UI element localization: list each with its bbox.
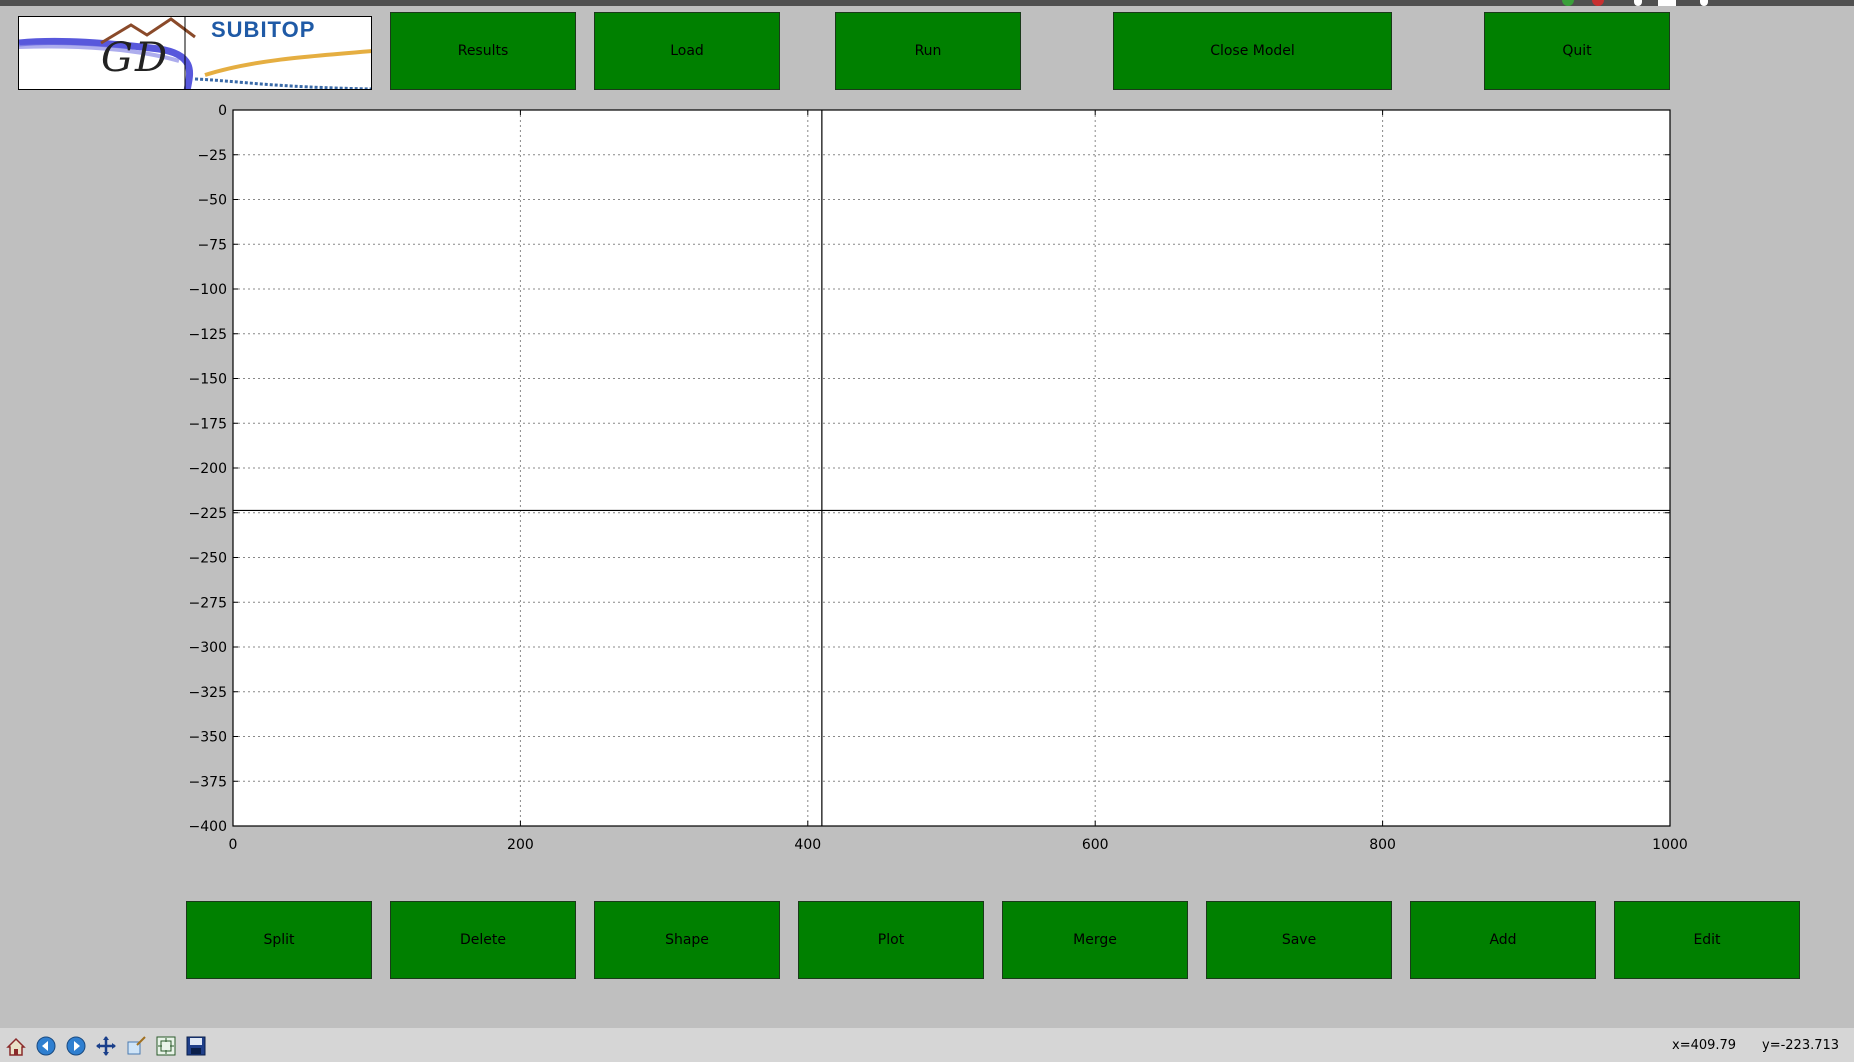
shape-button[interactable]: Shape — [594, 901, 780, 979]
y-tick-label: 0 — [218, 103, 227, 119]
add-button[interactable]: Add — [1410, 901, 1596, 979]
navigation-toolbar — [0, 1028, 1854, 1062]
delete-button[interactable]: Delete — [390, 901, 576, 979]
y-tick-label: −225 — [189, 506, 227, 522]
y-tick-label: −50 — [197, 193, 227, 209]
y-tick-label: −175 — [189, 416, 227, 432]
y-tick-label: −275 — [189, 595, 227, 611]
merge-button[interactable]: Merge — [1002, 901, 1188, 979]
x-coordinate-readout: x=409.79 — [1672, 1038, 1737, 1053]
x-tick-label: 800 — [1369, 837, 1396, 853]
y-tick-label: −125 — [189, 327, 227, 343]
y-tick-label: −25 — [197, 148, 227, 164]
y-tick-label: −75 — [197, 237, 227, 253]
y-tick-label: −200 — [189, 461, 227, 477]
y-tick-label: −150 — [189, 372, 227, 388]
save-button[interactable]: Save — [1206, 901, 1392, 979]
edit-button[interactable]: Edit — [1614, 901, 1800, 979]
split-button[interactable]: Split — [186, 901, 372, 979]
x-tick-label: 400 — [794, 837, 821, 853]
y-tick-label: −375 — [189, 774, 227, 790]
x-tick-label: 1000 — [1652, 837, 1688, 853]
x-tick-label: 0 — [229, 837, 238, 853]
application-window: GD SUBITOP Results Load Run Close Model … — [0, 0, 1854, 1062]
y-tick-label: −300 — [189, 640, 227, 656]
plot-area[interactable]: 0 200 400 600 800 1000 0 −25 −50 −75 −100 −125 −150 −… — [0, 0, 1854, 860]
configure-subplots-icon[interactable] — [154, 1035, 178, 1057]
forward-icon[interactable] — [64, 1035, 88, 1057]
plot-button[interactable]: Plot — [798, 901, 984, 979]
y-tick-label: −350 — [189, 730, 227, 746]
back-icon[interactable] — [34, 1035, 58, 1057]
zoom-icon[interactable] — [124, 1035, 148, 1057]
home-icon[interactable] — [4, 1035, 28, 1057]
x-tick-label: 200 — [507, 837, 534, 853]
y-tick-label: −100 — [189, 282, 227, 298]
x-tick-label: 600 — [1082, 837, 1109, 853]
y-coordinate-readout: y=-223.713 — [1762, 1038, 1840, 1053]
pan-icon[interactable] — [94, 1035, 118, 1057]
y-tick-label: −400 — [189, 819, 227, 835]
y-tick-label: −325 — [189, 685, 227, 701]
y-tick-label: −250 — [189, 551, 227, 567]
save-figure-icon[interactable] — [184, 1035, 208, 1057]
